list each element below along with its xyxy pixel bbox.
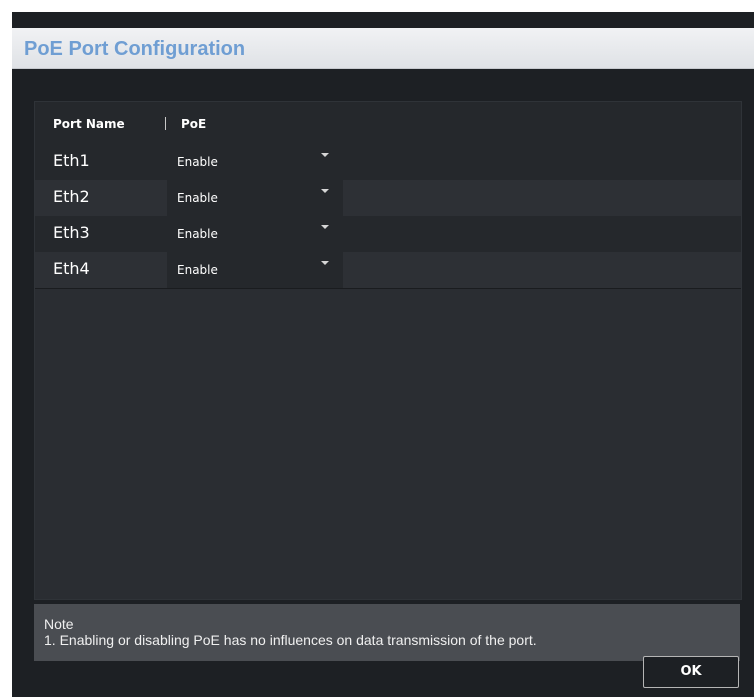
port-table: Port Name PoE Eth1 Enable Eth2 Enable Et… [34,101,742,600]
ok-button[interactable]: OK [643,656,739,688]
column-header-poe: PoE [181,117,207,131]
chevron-down-icon [321,153,329,157]
column-divider [165,117,166,130]
note-text: 1. Enabling or disabling PoE has no infl… [44,632,537,648]
chevron-down-icon [321,225,329,229]
poe-select[interactable]: Enable [167,144,343,180]
column-header-port-name: Port Name [53,117,125,131]
chevron-down-icon [321,261,329,265]
poe-select[interactable]: Enable [167,252,343,288]
table-row: Eth2 Enable [35,180,741,217]
table-row: Eth1 Enable [35,144,741,181]
poe-select-value: Enable [177,263,218,277]
port-name-cell: Eth4 [53,259,90,278]
poe-select-value: Enable [177,155,218,169]
poe-select-value: Enable [177,227,218,241]
poe-select[interactable]: Enable [167,216,343,252]
poe-select-value: Enable [177,191,218,205]
port-name-cell: Eth2 [53,187,90,206]
table-header: Port Name PoE [35,102,741,144]
dialog-title: PoE Port Configuration [24,38,246,60]
port-name-cell: Eth1 [53,151,90,170]
table-row: Eth3 Enable [35,216,741,253]
dialog-title-bar: PoE Port Configuration [12,28,754,69]
poe-config-dialog: PoE Port Configuration Port Name PoE Eth… [12,12,754,697]
chevron-down-icon [321,189,329,193]
table-row: Eth4 Enable [35,252,741,289]
poe-select[interactable]: Enable [167,180,343,216]
note-title: Note [44,616,74,632]
port-name-cell: Eth3 [53,223,90,242]
note-panel: Note 1. Enabling or disabling PoE has no… [34,604,740,661]
